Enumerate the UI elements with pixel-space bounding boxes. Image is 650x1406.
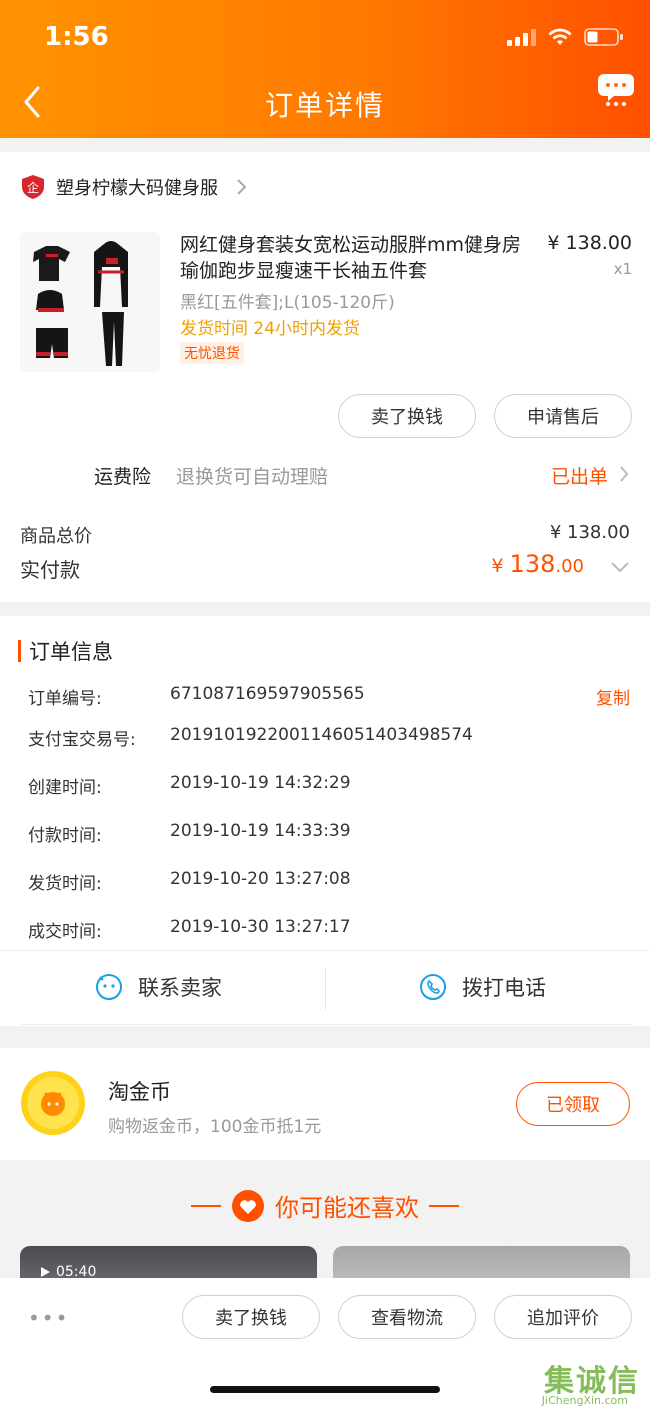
goods-total-value: ¥ 138.00 <box>549 522 630 543</box>
sell-for-cash-button[interactable]: 卖了换钱 <box>338 394 476 438</box>
watermark-sub: JiChengXin.com <box>541 1394 628 1406</box>
paid-amount-label: 实付款 <box>20 558 80 582</box>
divider <box>0 950 650 951</box>
view-logistics-button[interactable]: 查看物流 <box>338 1295 476 1339</box>
heading-accent-bar <box>18 640 21 662</box>
alipay-trade-label: 支付宝交易号: <box>28 730 136 750</box>
shipping-time: 发货时间 24小时内发货 <box>180 319 361 339</box>
product-image[interactable] <box>20 232 160 372</box>
sportswear-set-image <box>20 232 160 372</box>
call-phone-label: 拨打电话 <box>462 976 546 1000</box>
divider <box>325 968 326 1010</box>
order-product-card: 企 塑身柠檬大码健身服 网红健身套装女宽松运动服胖mm健身房瑜伽跑步显瘦速干长袖… <box>0 152 650 602</box>
order-info-heading: 订单信息 <box>18 636 113 666</box>
contact-seller-label: 联系卖家 <box>138 976 222 1000</box>
product-title[interactable]: 网红健身套装女宽松运动服胖mm健身房瑜伽跑步显瘦速干长袖五件套 <box>180 232 540 284</box>
wifi-icon <box>548 28 572 46</box>
created-time-value: 2019-10-19 14:32:29 <box>170 773 351 793</box>
chat-smile-icon <box>96 974 122 1000</box>
phone-icon <box>420 974 446 1000</box>
divider <box>20 1024 632 1025</box>
contact-seller-button[interactable]: 联系卖家 <box>94 972 222 1002</box>
completed-time-value: 2019-10-30 13:27:17 <box>170 917 351 937</box>
worry-free-return-badge: 无忧退货 <box>180 342 244 364</box>
watermark: 集诚信 JiChengXin.com <box>542 1356 640 1406</box>
home-indicator <box>210 1386 440 1393</box>
copy-order-number-button[interactable]: 复制 <box>596 684 630 709</box>
shipped-time-label: 发货时间: <box>28 874 102 894</box>
coins-claimed-button[interactable]: 已领取 <box>516 1082 630 1126</box>
chevron-down-icon[interactable] <box>610 560 630 574</box>
paid-amount-value: ¥ 138.00 <box>491 550 584 578</box>
taojinbi-title: 淘金币 <box>108 1080 171 1104</box>
decorative-line <box>429 1204 459 1207</box>
shop-name: 塑身柠檬大码健身服 <box>56 178 218 199</box>
svg-text:企: 企 <box>27 180 39 195</box>
play-icon <box>41 1267 50 1277</box>
shop-link[interactable]: 企 塑身柠檬大码健身服 <box>20 174 248 200</box>
order-number-value: 671087169597905565 <box>170 684 365 704</box>
shipped-time-value: 2019-10-20 13:27:08 <box>170 869 351 889</box>
order-info-card: 订单信息 订单编号: 671087169597905565 复制 支付宝交易号:… <box>0 616 650 1026</box>
heart-icon <box>232 1189 264 1222</box>
shipping-insurance-label: 运费险 <box>94 466 152 488</box>
decorative-line <box>191 1204 221 1207</box>
app-header: 1:56 订单详情 <box>0 0 650 138</box>
chevron-right-icon[interactable] <box>618 464 630 484</box>
chat-bubble-icon <box>598 74 634 106</box>
more-options-button[interactable]: ••• <box>28 1306 69 1330</box>
signal-icon <box>507 28 536 46</box>
sell-for-cash-button[interactable]: 卖了换钱 <box>182 1295 320 1339</box>
page-title: 订单详情 <box>264 89 385 122</box>
alipay-trade-value: 2019101922001146051403498574 <box>170 725 473 745</box>
product-quantity: x1 <box>613 260 632 278</box>
status-bar: 1:56 <box>0 0 650 70</box>
recommend-heading: 你可能还喜欢 <box>0 1188 650 1223</box>
currency-symbol: ¥ <box>491 555 510 577</box>
paid-time-value: 2019-10-19 14:33:39 <box>170 821 351 841</box>
status-time: 1:56 <box>44 22 109 52</box>
paid-time-label: 付款时间: <box>28 826 102 846</box>
order-info-title: 订单信息 <box>29 640 113 664</box>
goods-total-label: 商品总价 <box>20 526 92 547</box>
product-sku: 黑红[五件套];L(105-120斤) <box>180 293 395 313</box>
status-icons <box>507 28 624 46</box>
gold-coin-icon <box>21 1071 85 1135</box>
paid-amount-decimal: .00 <box>555 556 584 577</box>
created-time-label: 创建时间: <box>28 778 102 798</box>
recommend-title: 你可能还喜欢 <box>275 1194 419 1222</box>
paid-amount-integer: 138 <box>509 550 556 578</box>
shipping-insurance-status[interactable]: 已出单 <box>551 462 608 489</box>
shipping-insurance-desc: 退换货可自动理赔 <box>176 466 329 488</box>
taojinbi-card: 淘金币 购物返金币，100金币抵1元 已领取 <box>0 1048 650 1160</box>
completed-time-label: 成交时间: <box>28 922 102 942</box>
message-button[interactable] <box>596 70 636 110</box>
battery-icon <box>584 28 624 46</box>
order-number-label: 订单编号: <box>28 689 102 709</box>
call-phone-button[interactable]: 拨打电话 <box>418 972 546 1002</box>
apply-aftersale-button[interactable]: 申请售后 <box>494 394 632 438</box>
add-review-button[interactable]: 追加评价 <box>494 1295 632 1339</box>
shop-logo-icon: 企 <box>22 175 44 199</box>
taojinbi-desc: 购物返金币，100金币抵1元 <box>108 1117 322 1137</box>
chevron-right-icon <box>237 179 247 195</box>
product-price: ¥ 138.00 <box>547 232 632 254</box>
